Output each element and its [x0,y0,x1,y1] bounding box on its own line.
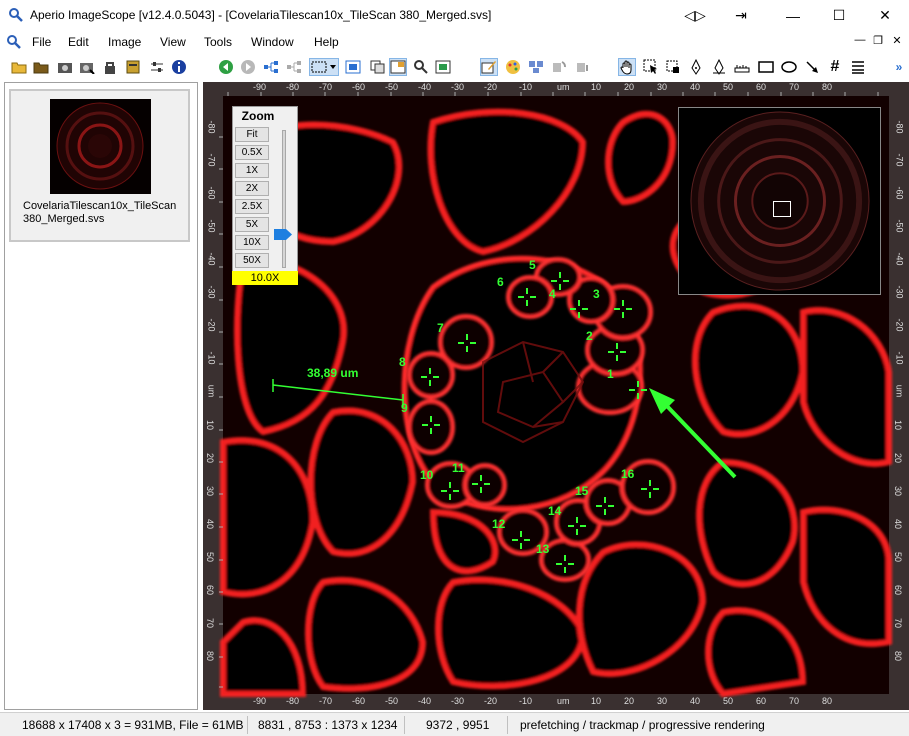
status-dimensions: 18688 x 17408 x 3 = 931MB, File = 61MB [22,718,244,732]
marker-label: 14 [548,504,562,518]
marker-crosshair[interactable] [512,531,530,549]
status-divider [404,716,405,734]
marker-label: 5 [529,258,536,272]
marker-label: 12 [492,517,506,531]
marker-crosshair[interactable] [421,368,439,386]
marker-label: 1 [607,367,614,381]
marker-crosshair[interactable] [422,416,440,434]
zoom-10x-button[interactable]: 10X [235,235,269,250]
zoom-slider-track[interactable] [282,130,286,268]
marker-crosshair[interactable] [641,480,659,498]
marker-crosshair[interactable] [472,475,490,493]
status-render-mode: prefetching / trackmap / progressive ren… [520,718,765,732]
zoom-title: Zoom [241,109,275,123]
marker-crosshair[interactable] [441,482,459,500]
marker-label: 4 [549,287,556,301]
marker-crosshair[interactable] [570,300,588,318]
marker-crosshair[interactable] [614,300,632,318]
zoom-fit-button[interactable]: Fit [235,127,269,142]
marker-label: 16 [621,467,635,481]
status-view-region: 8831 , 8753 : 1373 x 1234 [258,718,398,732]
marker-label: 8 [399,355,406,369]
marker-crosshair[interactable] [568,517,586,535]
marker-label: 9 [401,401,408,415]
zoom-panel: Zoom Fit 0.5X 1X 2X 2.5X 5X 10X 50X [232,106,298,285]
marker-crosshair[interactable] [518,288,536,306]
zoom-2x-button[interactable]: 2X [235,181,269,196]
status-divider [507,716,508,734]
marker-label: 13 [536,542,550,556]
status-bar: 18688 x 17408 x 3 = 931MB, File = 61MB 8… [0,712,909,736]
zoom-0.5x-button[interactable]: 0.5X [235,145,269,160]
overview-viewport-box[interactable] [773,201,791,217]
marker-label: 3 [593,287,600,301]
marker-crosshair[interactable] [596,497,614,515]
marker-crosshair[interactable] [629,381,647,399]
marker-label: 7 [437,321,444,335]
marker-crosshair[interactable] [556,555,574,573]
marker-crosshair[interactable] [608,343,626,361]
zoom-1x-button[interactable]: 1X [235,163,269,178]
zoom-current-value: 10.0X [232,271,298,285]
marker-label: 15 [575,484,589,498]
marker-label: 10 [420,468,434,482]
status-cursor-position: 9372 , 9951 [426,718,490,732]
zoom-2.5x-button[interactable]: 2.5X [235,199,269,214]
marker-label: 6 [497,275,504,289]
status-divider [247,716,248,734]
zoom-slider-thumb[interactable] [274,229,292,240]
marker-label: 2 [586,329,593,343]
zoom-50x-button[interactable]: 50X [235,253,269,268]
marker-crosshair[interactable] [458,334,476,352]
marker-label: 11 [452,461,465,475]
zoom-5x-button[interactable]: 5X [235,217,269,232]
